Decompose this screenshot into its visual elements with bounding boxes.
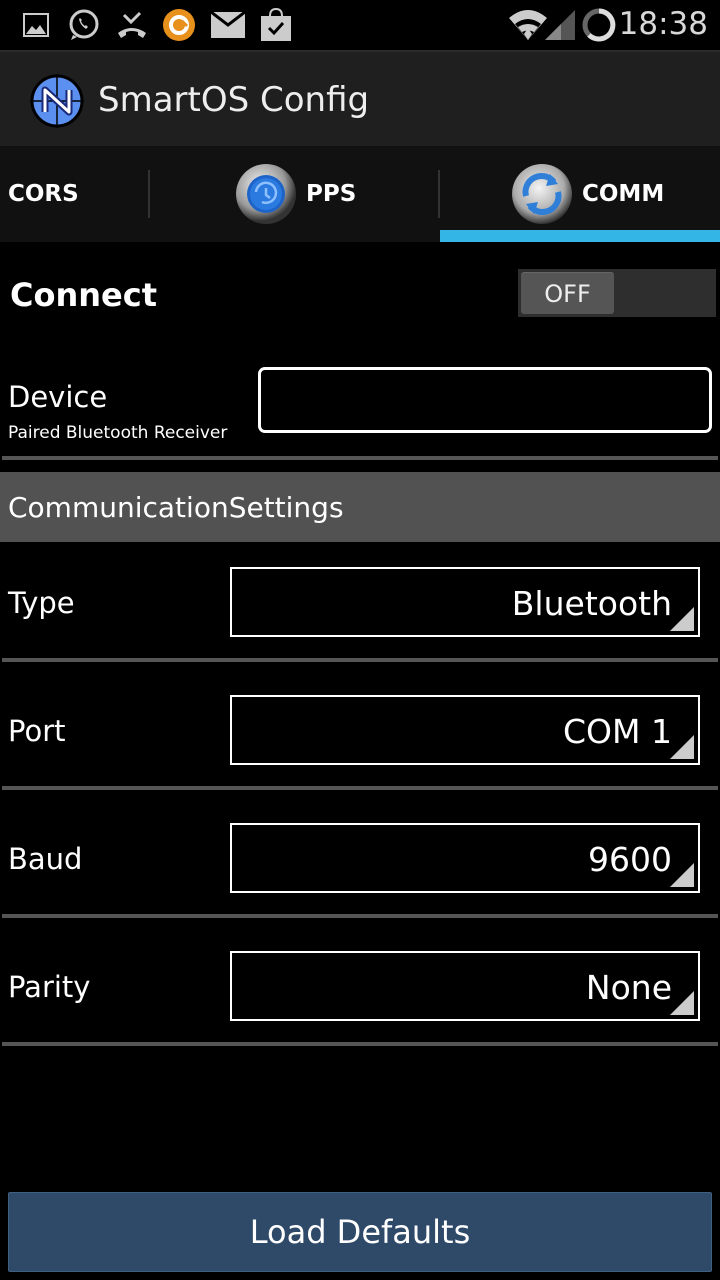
baud-spinner[interactable]: 9600 bbox=[230, 823, 700, 893]
clock-history-icon bbox=[234, 162, 298, 226]
dropdown-arrow-icon bbox=[670, 863, 694, 887]
device-label: Device bbox=[8, 380, 108, 414]
tab-divider bbox=[148, 170, 150, 218]
orange-app-icon bbox=[162, 8, 196, 42]
parity-value: None bbox=[585, 968, 672, 1007]
tab-label: COMM bbox=[582, 181, 665, 207]
baud-label: Baud bbox=[8, 842, 83, 876]
divider bbox=[2, 1042, 718, 1046]
port-value: COM 1 bbox=[563, 712, 672, 751]
type-label: Type bbox=[8, 586, 75, 620]
wifi-icon bbox=[508, 8, 548, 42]
missed-call-icon bbox=[116, 8, 148, 42]
parity-spinner[interactable]: None bbox=[230, 951, 700, 1021]
tab-label: PPS bbox=[306, 181, 357, 207]
email-icon bbox=[210, 8, 246, 42]
toggle-thumb: OFF bbox=[521, 272, 614, 314]
status-bar: 18:38 bbox=[0, 0, 720, 50]
parity-label: Parity bbox=[8, 970, 91, 1004]
dropdown-arrow-icon bbox=[670, 607, 694, 631]
whatsapp-icon bbox=[66, 8, 102, 42]
action-bar: SmartOS Config bbox=[0, 50, 720, 146]
tab-comm[interactable]: COMM bbox=[510, 146, 664, 242]
connect-toggle[interactable]: OFF bbox=[518, 269, 716, 317]
app-title: SmartOS Config bbox=[98, 80, 370, 120]
active-tab-indicator bbox=[440, 230, 720, 242]
type-value: Bluetooth bbox=[511, 584, 672, 623]
tab-cors[interactable]: CORS bbox=[8, 146, 79, 242]
tab-pps[interactable]: PPS bbox=[234, 146, 356, 242]
compass-n-logo-icon[interactable] bbox=[30, 74, 84, 128]
device-sublabel: Paired Bluetooth Receiver bbox=[8, 423, 228, 443]
tab-bar: CORS PPS COMM bbox=[0, 146, 720, 242]
dropdown-arrow-icon bbox=[670, 735, 694, 759]
type-spinner[interactable]: Bluetooth bbox=[230, 567, 700, 637]
divider bbox=[2, 786, 718, 790]
connect-label: Connect bbox=[10, 276, 157, 314]
divider bbox=[2, 658, 718, 662]
section-header: CommunicationSettings bbox=[0, 472, 720, 542]
baud-value: 9600 bbox=[588, 840, 672, 879]
port-label: Port bbox=[8, 714, 66, 748]
gallery-icon bbox=[22, 8, 50, 42]
divider bbox=[2, 914, 718, 918]
divider bbox=[2, 456, 718, 460]
tab-divider bbox=[438, 170, 440, 218]
play-store-update-icon bbox=[260, 8, 292, 42]
sync-icon bbox=[510, 162, 574, 226]
device-field[interactable] bbox=[258, 367, 712, 433]
battery-ring-icon bbox=[582, 8, 616, 42]
section-title: CommunicationSettings bbox=[8, 491, 344, 524]
port-spinner[interactable]: COM 1 bbox=[230, 695, 700, 765]
dropdown-arrow-icon bbox=[670, 991, 694, 1015]
status-time: 18:38 bbox=[618, 6, 708, 42]
load-defaults-button[interactable]: Load Defaults bbox=[8, 1192, 712, 1272]
signal-icon bbox=[544, 8, 576, 42]
tab-label: CORS bbox=[8, 181, 79, 207]
